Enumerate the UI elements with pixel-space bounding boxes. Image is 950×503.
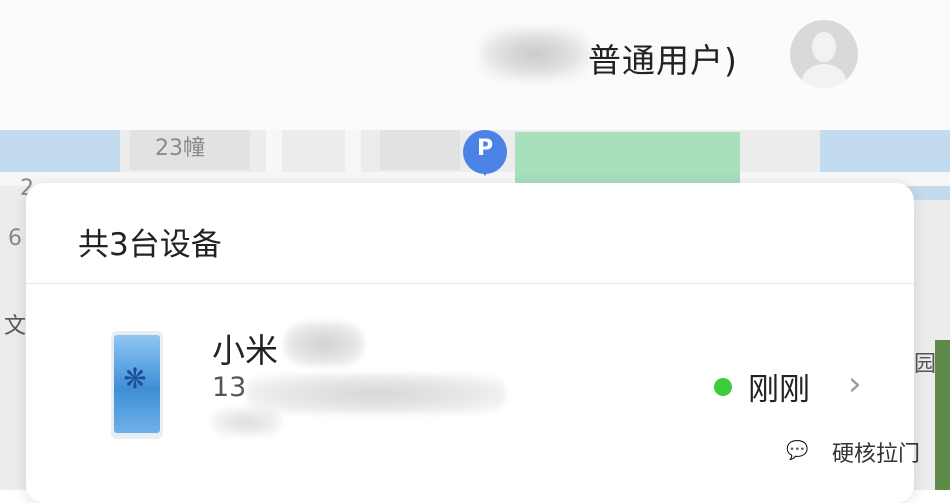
wechat-icon: 💬 <box>786 440 809 461</box>
blurred-device-model <box>284 322 364 366</box>
blurred-phone-number <box>246 374 506 414</box>
parking-pin-icon[interactable]: P <box>463 130 507 176</box>
device-count-title: 共3台设备 <box>78 227 222 263</box>
map-label: 文 <box>4 314 27 339</box>
watermark-text: 硬核拉门 <box>832 442 921 467</box>
online-status-dot-icon <box>714 378 732 396</box>
map-label: 6 <box>8 226 22 251</box>
avatar[interactable] <box>790 20 858 88</box>
device-list-item[interactable]: ❋ 小米 13 刚刚 › <box>26 284 914 484</box>
user-role-label: 普通用户) <box>588 41 738 80</box>
blurred-username <box>480 28 590 80</box>
phone-thumbnail: ❋ <box>111 331 163 439</box>
map-right-edge-bar <box>935 340 950 490</box>
chevron-right-icon[interactable]: › <box>848 364 862 404</box>
map-label-building: 23幢 <box>155 136 205 161</box>
map-water <box>0 130 120 175</box>
last-seen-status: 刚刚 <box>748 372 810 408</box>
blurred-subtext <box>212 408 282 436</box>
device-name: 小米 <box>212 331 278 370</box>
device-list-card: 共3台设备 ❋ 小米 13 刚刚 › <box>26 183 914 503</box>
avatar-head-shape <box>812 32 836 62</box>
map-road <box>266 130 282 190</box>
device-phone-number: 13 <box>212 372 247 403</box>
map-road <box>345 130 361 190</box>
top-bar: 普通用户) <box>0 0 950 130</box>
map-label: 园 <box>914 352 937 377</box>
avatar-body-shape <box>802 64 846 88</box>
map-building <box>380 130 460 170</box>
wallpaper-flower-icon: ❋ <box>123 362 147 395</box>
